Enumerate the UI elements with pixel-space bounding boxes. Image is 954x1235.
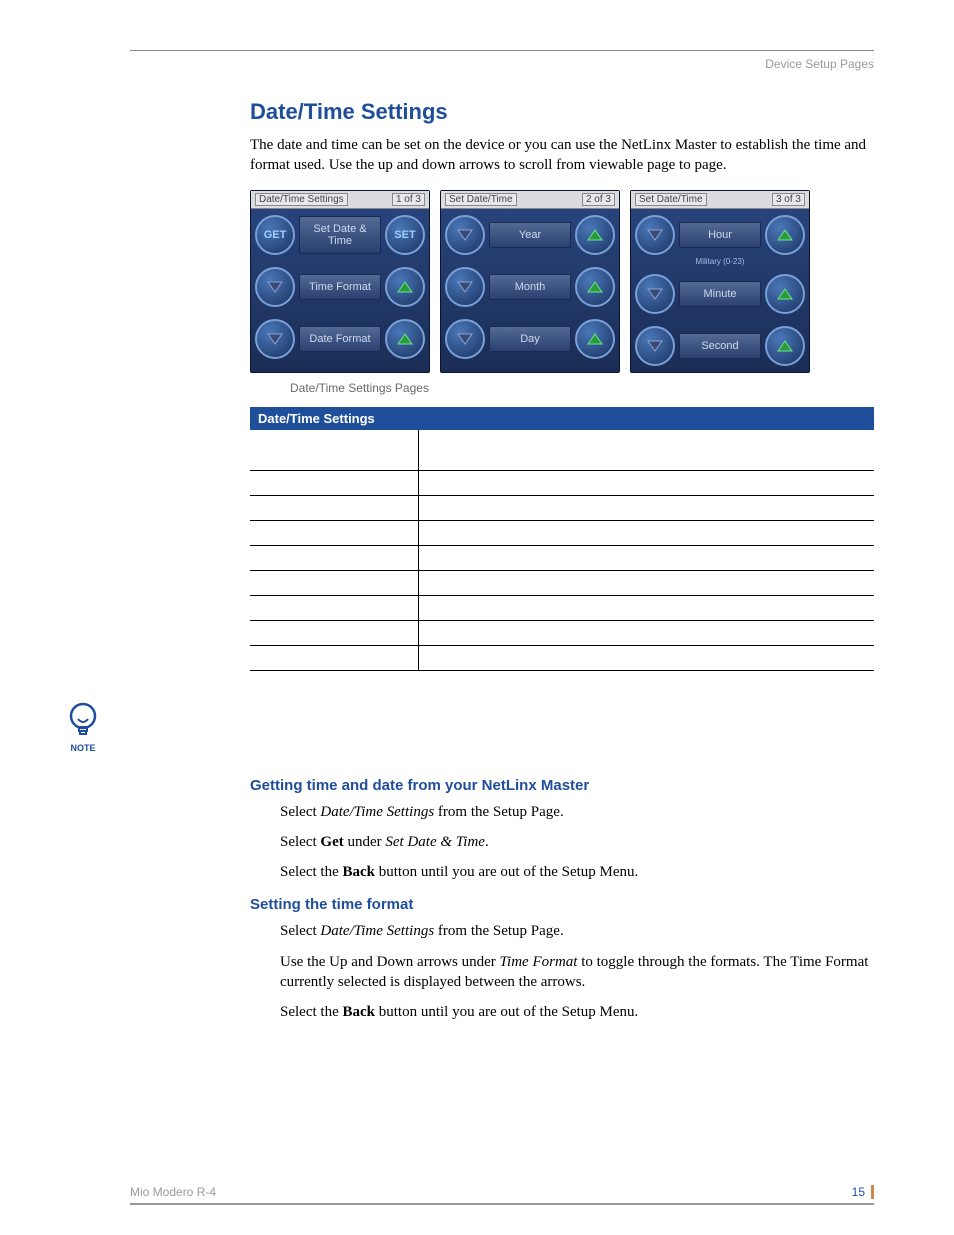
panel-1: Date/Time Settings 1 of 3 GETSet Date & Ti…	[250, 190, 430, 373]
arrow-up-icon[interactable]	[385, 319, 425, 359]
table-row	[250, 430, 874, 471]
arrow-up-icon[interactable]	[575, 267, 615, 307]
device-panels: Date/Time Settings 1 of 3 GETSet Date & Ti…	[250, 190, 874, 373]
arrow-up-icon[interactable]	[575, 215, 615, 255]
page-title: Date/Time Settings	[250, 99, 874, 125]
arrow-down-icon[interactable]	[255, 267, 295, 307]
step-text: Select the Back button until you are out…	[280, 1002, 874, 1022]
get-button[interactable]: GET	[255, 215, 295, 255]
arrow-up-icon[interactable]	[575, 319, 615, 359]
panel-title: Set Date/Time	[635, 193, 707, 206]
header-section: Device Setup Pages	[130, 57, 874, 71]
set-button[interactable]: SET	[385, 215, 425, 255]
section-heading: Setting the time format	[250, 896, 874, 913]
table-row	[250, 570, 874, 595]
step-text: Select Get under Set Date & Time.	[280, 832, 874, 852]
page-number: 15	[852, 1185, 874, 1199]
arrow-down-icon[interactable]	[255, 319, 295, 359]
arrow-up-icon[interactable]	[765, 215, 805, 255]
arrow-down-icon[interactable]	[445, 319, 485, 359]
figure-caption: Date/Time Settings Pages	[290, 381, 874, 395]
settings-table: Date/Time Settings	[250, 407, 874, 671]
step-text: Use the Up and Down arrows under Time Fo…	[280, 952, 874, 993]
table-row	[250, 470, 874, 495]
table-row	[250, 545, 874, 570]
panel-page: 3 of 3	[772, 193, 805, 206]
field-label: Date Format	[299, 326, 381, 352]
note-icon: NOTE	[60, 701, 106, 753]
arrow-down-icon[interactable]	[635, 326, 675, 366]
table-row	[250, 645, 874, 670]
field-label: Year	[489, 222, 571, 248]
arrow-down-icon[interactable]	[635, 215, 675, 255]
panel-title: Set Date/Time	[445, 193, 517, 206]
field-label: Minute	[679, 281, 761, 307]
intro-text: The date and time can be set on the devi…	[250, 135, 874, 176]
step-text: Select Date/Time Settings from the Setup…	[280, 921, 874, 941]
footer-product: Mio Modero R-4	[130, 1185, 216, 1199]
arrow-down-icon[interactable]	[635, 274, 675, 314]
arrow-down-icon[interactable]	[445, 267, 485, 307]
table-row	[250, 520, 874, 545]
field-label: Hour	[679, 222, 761, 248]
table-row	[250, 495, 874, 520]
field-label: Day	[489, 326, 571, 352]
field-label: Set Date & Time	[299, 216, 381, 254]
field-label: Month	[489, 274, 571, 300]
table-row	[250, 595, 874, 620]
step-text: Select the Back button until you are out…	[280, 862, 874, 882]
panel-page: 1 of 3	[392, 193, 425, 206]
field-sublabel: Military (0-23)	[631, 257, 809, 266]
panel-page: 2 of 3	[582, 193, 615, 206]
panel-3: Set Date/Time 3 of 3 Hour Military (0-23) Mi…	[630, 190, 810, 373]
arrow-up-icon[interactable]	[385, 267, 425, 307]
table-row	[250, 620, 874, 645]
arrow-down-icon[interactable]	[445, 215, 485, 255]
section-heading: Getting time and date from your NetLinx …	[250, 777, 874, 794]
table-header: Date/Time Settings	[250, 407, 874, 430]
field-label: Second	[679, 333, 761, 359]
arrow-up-icon[interactable]	[765, 326, 805, 366]
arrow-up-icon[interactable]	[765, 274, 805, 314]
step-text: Select Date/Time Settings from the Setup…	[280, 802, 874, 822]
panel-2: Set Date/Time 2 of 3 Year Month Day	[440, 190, 620, 373]
field-label: Time Format	[299, 274, 381, 300]
panel-title: Date/Time Settings	[255, 193, 348, 206]
